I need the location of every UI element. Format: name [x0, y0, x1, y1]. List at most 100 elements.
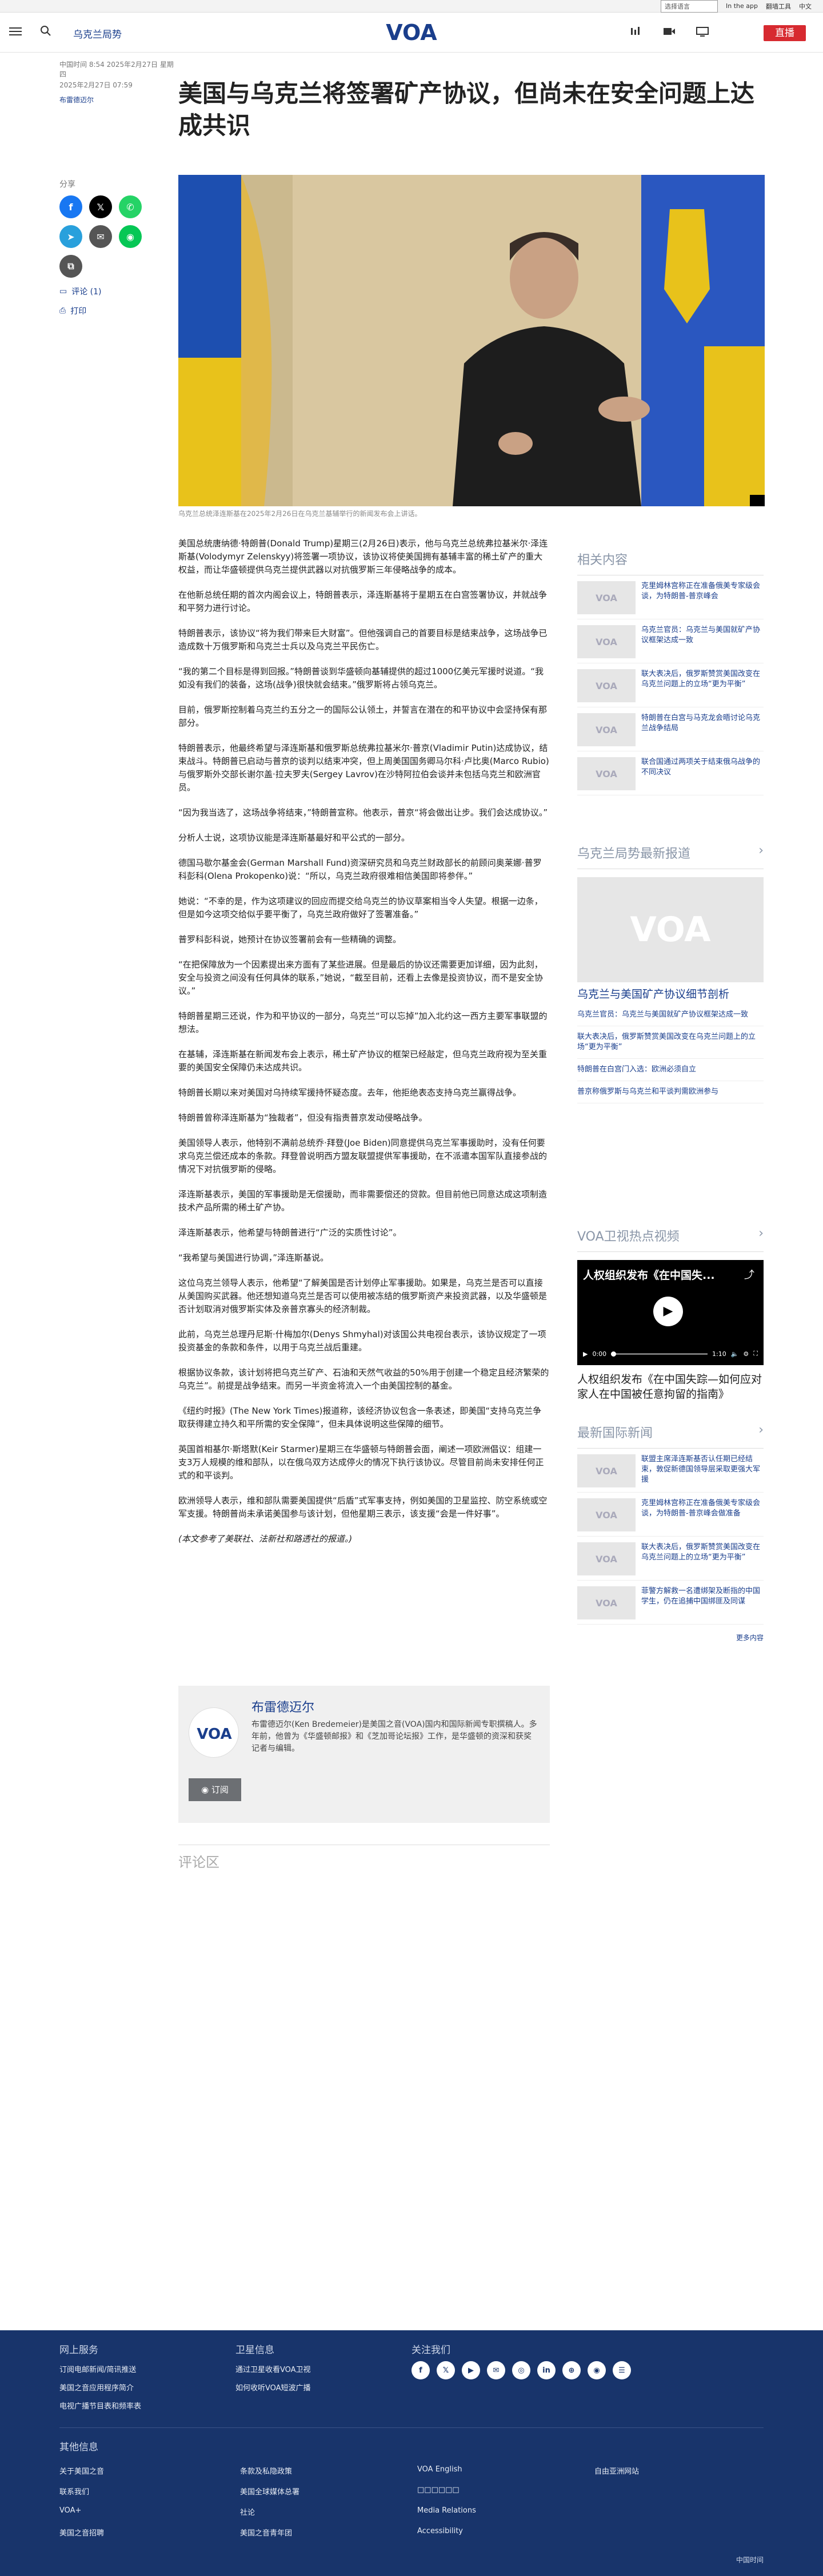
share-icon[interactable]: ⤴: [744, 1267, 754, 1282]
video-controls: ▶ 0:00 1:10 🔈 ⚙ ⛶: [583, 1348, 758, 1359]
related-section: 相关内容 VOA 克里姆林宫称正在准备俄美专家级会谈，为特朗普-普京峰会 VOA 乌…: [577, 550, 764, 795]
footer-link[interactable]: 自由亚洲网站: [594, 2465, 639, 2476]
video-player[interactable]: 人权组织发布《在中国失... ⤴ ▶ ▶ 0:00 1:10 🔈 ⚙ ⛶: [577, 1260, 764, 1365]
lang-link[interactable]: 中文: [799, 2, 812, 11]
paragraph: 《纽约时报》(The New York Times)报道称，该经济协议包含一条表…: [178, 1406, 542, 1429]
line-icon[interactable]: ◉: [119, 225, 142, 248]
latest-image[interactable]: VOA: [577, 877, 764, 982]
thumbnail: VOA: [577, 1542, 636, 1575]
footer-link[interactable]: 美国全球媒体总署: [240, 2486, 299, 2497]
footer-link[interactable]: 如何收听VOA短波广播: [235, 2382, 311, 2393]
video-progress[interactable]: [611, 1351, 708, 1357]
list-item[interactable]: VOA 联大表决后，俄罗斯赞赏美国改变在乌克兰问题上的立场“更为平衡”: [577, 1537, 764, 1581]
paragraph: 特朗普星期三还说，作为和平协议的一部分，乌克兰“可以忘掉”加入北约这一西方主要军…: [178, 1011, 548, 1034]
video-scrubber[interactable]: [611, 1351, 617, 1357]
list-item[interactable]: VOA 乌克兰官员：乌克兰与美国就矿产协议框架达成一致: [577, 619, 764, 663]
list-item[interactable]: VOA 菲警方解救一名遭绑架及断指的中国学生，仍在追捕中国绑匪及同谋: [577, 1581, 764, 1625]
footer-link[interactable]: 美国之音招聘: [59, 2527, 104, 2538]
list-item[interactable]: VOA 克里姆林宫称正在准备俄美专家级会谈，为特朗普-普京峰会: [577, 575, 764, 619]
paragraph: 普罗科彭科说，她预计在协议签署前会有一些精确的调整。: [178, 934, 402, 945]
facebook-icon[interactable]: f: [59, 195, 82, 218]
list-item-text: 联盟主席泽连斯基否认任期已经结束，敦促新德国领导层采取更强大军援: [641, 1455, 761, 1484]
list-item[interactable]: 普京称俄罗斯与乌克兰和平谈判需欧洲参与: [577, 1081, 764, 1103]
paragraph: 美国领导人表示，他特别不满前总统乔·拜登(Joe Biden)同意提供乌克兰军事…: [178, 1138, 548, 1174]
paragraph: “我的第二个目标是得到回报。”特朗普谈到华盛顿向基辅提供的超过1000亿美元军援…: [178, 666, 544, 690]
latest-title[interactable]: 乌克兰局势最新报道 ›: [577, 843, 764, 869]
footer-link[interactable]: 条款及私隐政策: [240, 2465, 292, 2476]
whatsapp-icon[interactable]: ✆: [119, 195, 142, 218]
email-icon[interactable]: ✉: [89, 225, 112, 248]
tv-icon[interactable]: [696, 26, 709, 37]
volume-icon[interactable]: 🔈: [731, 1350, 739, 1358]
article-title: 美国与乌克兰将签署矿产协议，但尚未在安全问题上达成共识: [178, 79, 755, 139]
world-news-title[interactable]: 最新国际新闻 ›: [577, 1423, 764, 1449]
linkedin-icon[interactable]: in: [537, 2361, 556, 2379]
subscribe-button[interactable]: ◉ 订阅: [189, 1778, 241, 1801]
x-icon[interactable]: 𝕏: [437, 2361, 455, 2379]
thumbnail: VOA: [577, 713, 636, 746]
footer-link[interactable]: 美国之音青年团: [240, 2527, 292, 2538]
fullscreen-icon[interactable]: ⛶: [753, 1350, 758, 1358]
paragraph: “在把保障放为一个因素提出来方面有了某些进展。但是最后的协议还需要更加详细，因为…: [178, 959, 544, 996]
footer-link[interactable]: □□□□□□: [417, 2486, 460, 2494]
footer-link[interactable]: 通过卫星收看VOA卫视: [235, 2363, 311, 2374]
telegram-icon[interactable]: ➤: [59, 225, 82, 248]
copy-link-icon[interactable]: ⧉: [59, 255, 82, 278]
footer-follow-title: 关注我们: [412, 2345, 450, 2356]
app-link[interactable]: In the app: [726, 2, 758, 10]
footer-link[interactable]: 关于美国之音: [59, 2465, 104, 2476]
rss-icon[interactable]: ☰: [613, 2361, 631, 2379]
author-link[interactable]: 布雷德迈尔: [59, 95, 174, 105]
live-button[interactable]: 直播: [764, 25, 806, 41]
voa-logo[interactable]: VOA: [383, 20, 440, 45]
more-link[interactable]: 更多内容: [577, 1633, 764, 1642]
instagram-icon[interactable]: ◎: [512, 2361, 530, 2379]
list-item[interactable]: 乌克兰官员：乌克兰与美国就矿产协议框架达成一致: [577, 1004, 764, 1026]
list-item[interactable]: 特朗普在白宫门入选：欧洲必须自立: [577, 1059, 764, 1081]
language-select[interactable]: 选择语言: [661, 0, 718, 13]
list-item-text: 克里姆林宫称正在准备俄美专家级会谈，为特朗普-普京峰会做准备: [641, 1499, 761, 1518]
list-item[interactable]: VOA 联盟主席泽连斯基否认任期已经结束，敦促新德国领导层采取更强大军援: [577, 1449, 764, 1493]
footer-link[interactable]: 美国之音应用程序简介: [59, 2382, 134, 2393]
footer-link[interactable]: VOA English: [417, 2465, 462, 2474]
video-caption[interactable]: 人权组织发布《在中国失踪—如何应对家人在中国被任意拘留的指南》: [577, 1372, 764, 1402]
top-utility-bar: 选择语言 In the app 翻墙工具 中文: [0, 0, 823, 13]
video-section-title[interactable]: VOA卫视热点视频 ›: [577, 1226, 764, 1252]
author-name[interactable]: 布雷德迈尔: [251, 1697, 314, 1715]
youtube-icon[interactable]: ▶: [462, 2361, 480, 2379]
comments-link[interactable]: ▭ 评论 (1): [59, 286, 157, 297]
paragraph: 在基辅，泽连斯基在新闻发布会上表示，稀土矿产协议的框架已经敲定，但乌克兰政府视为…: [178, 1049, 548, 1073]
list-item[interactable]: 联大表决后，俄罗斯赞赏美国改变在乌克兰问题上的立场“更为平衡”: [577, 1026, 764, 1059]
search-icon[interactable]: [40, 25, 53, 38]
footer-link[interactable]: Accessibility: [417, 2527, 463, 2535]
list-item[interactable]: VOA 克里姆林宫称正在准备俄美专家级会谈，为特朗普-普京峰会做准备: [577, 1493, 764, 1537]
share-label: 分享: [59, 180, 75, 189]
email-icon[interactable]: ✉: [487, 2361, 505, 2379]
footer-copyright: 中国时间: [736, 2556, 764, 2564]
footer-link[interactable]: VOA+: [59, 2506, 81, 2515]
section-link[interactable]: 乌克兰局势: [73, 26, 122, 41]
footer-link[interactable]: 联系我们: [59, 2486, 89, 2497]
list-item[interactable]: VOA 联大表决后，俄罗斯赞赏美国改变在乌克兰问题上的立场“更为平衡”: [577, 663, 764, 707]
podcast-icon[interactable]: ◉: [588, 2361, 606, 2379]
footer-link[interactable]: 订阅电邮新闻/简讯推送: [59, 2363, 136, 2374]
vpn-link[interactable]: 翻墙工具: [766, 2, 791, 11]
menu-icon[interactable]: [9, 25, 22, 38]
x-icon[interactable]: 𝕏: [89, 195, 112, 218]
footer-link[interactable]: 电视广播节目表和频率表: [59, 2400, 141, 2411]
latest-headline[interactable]: 乌克兰与美国矿产协议细节剖析: [577, 987, 764, 1002]
footer-link[interactable]: 社论: [240, 2506, 255, 2517]
facebook-icon[interactable]: f: [412, 2361, 430, 2379]
timestamp: 中国时间 8:54 2025年2月27日 星期四: [59, 61, 174, 78]
play-small-icon[interactable]: ▶: [583, 1350, 588, 1358]
print-link[interactable]: ⎙ 打印: [59, 305, 157, 317]
video-icon[interactable]: [663, 26, 676, 37]
play-icon[interactable]: ▶: [653, 1297, 683, 1326]
web-icon[interactable]: ⊕: [562, 2361, 581, 2379]
subscribe-label: 订阅: [211, 1785, 229, 1795]
list-item[interactable]: VOA 特朗普在白宫与马克龙会晤讨论乌克兰战争结局: [577, 707, 764, 751]
settings-icon[interactable]: ⚙: [743, 1350, 749, 1358]
footer-link[interactable]: Media Relations: [417, 2506, 476, 2515]
audio-icon[interactable]: [630, 26, 642, 37]
list-item[interactable]: VOA 联合国通过两项关于结束俄乌战争的不同决议: [577, 751, 764, 795]
